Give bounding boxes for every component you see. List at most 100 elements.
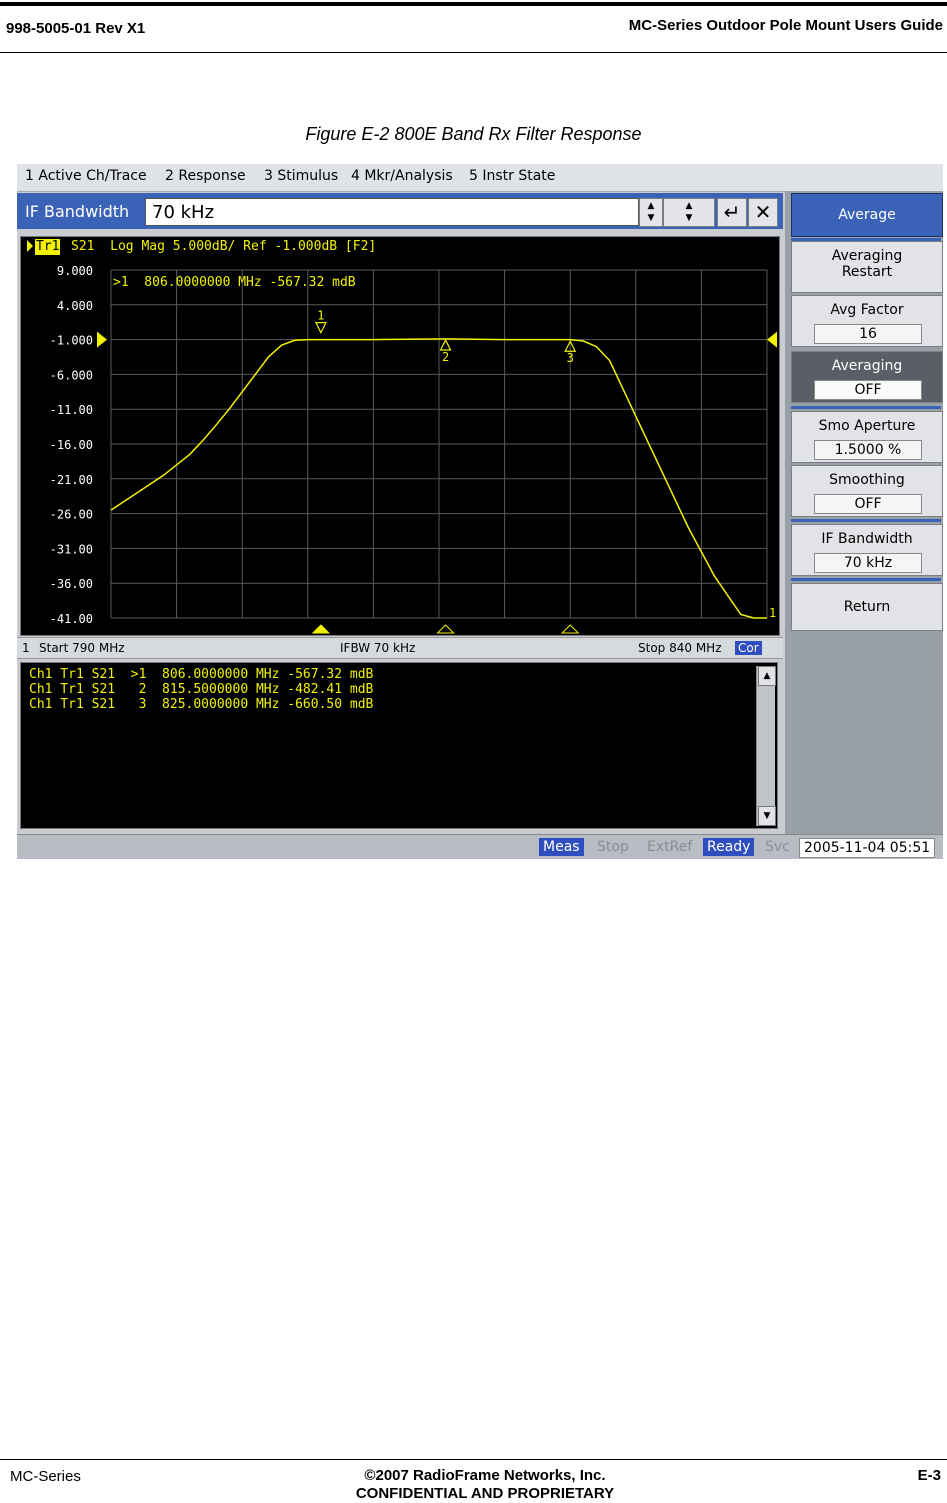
scroll-down-icon[interactable]: ▼: [758, 806, 776, 826]
smo-aperture-value: 1.5000 %: [814, 440, 922, 460]
marker-position-indicator-icon: [436, 624, 455, 634]
start-frequency[interactable]: Start 790 MHz: [39, 641, 125, 655]
marker-label: 3: [567, 351, 574, 365]
softkey-label: Return: [843, 599, 891, 615]
return-button[interactable]: Return: [791, 583, 943, 631]
active-marker-readout: >1 806.0000000 MHz -567.32 mdB: [113, 275, 356, 290]
marker-1-icon[interactable]: [314, 322, 327, 334]
y-tick-label: -11.00: [50, 403, 93, 417]
avg-factor-value: 16: [814, 324, 922, 344]
if-bandwidth-input[interactable]: 70 kHz: [145, 198, 639, 226]
y-tick-label: -36.00: [50, 577, 93, 591]
averaging-value: OFF: [814, 380, 922, 400]
smo-aperture-button[interactable]: Smo Aperture 1.5000 %: [791, 411, 943, 463]
softkey-separator: [791, 406, 941, 409]
down-arrow-icon: ▼: [647, 213, 655, 223]
y-tick-label: 9.000: [57, 264, 93, 278]
step-button[interactable]: ▲ ▼: [663, 198, 715, 227]
marker-table-scrollbar[interactable]: ▲ ▼: [756, 666, 776, 826]
copyright-line: ©2007 RadioFrame Networks, Inc.: [364, 1467, 606, 1484]
status-meas: Meas: [539, 838, 584, 856]
spin-up-down-button[interactable]: ▲ ▼: [639, 198, 663, 227]
softkey-label: Smo Aperture: [818, 418, 916, 434]
menu-bar: 1 Active Ch/Trace 2 Response 3 Stimulus …: [17, 164, 943, 192]
avg-factor-button[interactable]: Avg Factor 16: [791, 295, 943, 347]
softkey-label: Averaging: [831, 358, 903, 374]
marker-2-icon[interactable]: [439, 338, 452, 351]
smoothing-toggle[interactable]: Smoothing OFF: [791, 465, 943, 517]
softkey-label: Smoothing: [829, 472, 905, 488]
document-title: MC-Series Outdoor Pole Mount Users Guide: [628, 17, 943, 34]
menu-instr-state[interactable]: 5 Instr State: [469, 168, 555, 184]
channel-number: 1: [22, 641, 30, 655]
network-analyzer-window: 1 Active Ch/Trace 2 Response 3 Stimulus …: [17, 164, 943, 859]
status-svc: Svc: [765, 839, 790, 855]
averaging-toggle[interactable]: Averaging OFF: [791, 351, 943, 403]
scroll-up-icon[interactable]: ▲: [758, 666, 776, 686]
status-extref: ExtRef: [647, 839, 693, 855]
if-bandwidth-button[interactable]: IF Bandwidth 70 kHz: [791, 524, 943, 576]
marker-label: 2: [442, 350, 449, 364]
ref-level-right-arrow-icon[interactable]: [767, 331, 777, 348]
footer-copyright: ©2007 RadioFrame Networks, Inc. CONFIDEN…: [300, 1467, 670, 1503]
ref-level-left-arrow-icon[interactable]: [97, 331, 107, 348]
marker-table-row: Ch1 Tr1 S21 >1 806.0000000 MHz -567.32 m…: [29, 667, 374, 682]
softkey-label: Averaging: [831, 248, 903, 264]
close-icon: ✕: [754, 200, 772, 224]
marker-table-row: Ch1 Tr1 S21 2 815.5000000 MHz -482.41 md…: [29, 682, 374, 697]
softkey-separator: [791, 578, 941, 581]
correction-badge[interactable]: Cor: [735, 641, 762, 655]
footer-product: MC-Series: [10, 1468, 81, 1485]
softkey-separator: [791, 519, 941, 522]
trace-title: S21 Log Mag 5.000dB/ Ref -1.000dB [F2]: [71, 239, 377, 254]
entry-label: IF Bandwidth: [25, 202, 130, 221]
averaging-restart-button[interactable]: Averaging Restart: [791, 241, 943, 293]
softkey-label: Average: [838, 207, 896, 223]
marker-position-indicator-icon: [560, 624, 580, 634]
trace-plot: 9.000 4.000 -1.000 -6.000 -11.00 -16.00 -21.00…: [20, 236, 780, 636]
marker-table-panel: Ch1 Tr1 S21 >1 806.0000000 MHz -567.32 m…: [20, 662, 778, 829]
smoothing-value: OFF: [814, 494, 922, 514]
marker-table-row: Ch1 Tr1 S21 3 825.0000000 MHz -660.50 md…: [29, 697, 374, 712]
confidential-line: CONFIDENTIAL AND PROPRIETARY: [355, 1485, 615, 1502]
y-tick-label: 4.000: [57, 299, 93, 313]
marker-label: 1: [317, 309, 324, 323]
if-bandwidth-value: 70 kHz: [814, 553, 922, 573]
softkey-label: IF Bandwidth: [821, 531, 913, 547]
y-tick-label: -6.000: [50, 368, 93, 382]
y-tick-label: -26.00: [50, 508, 93, 522]
menu-stimulus[interactable]: 3 Stimulus: [264, 168, 338, 184]
status-datetime: 2005-11-04 05:51: [799, 838, 936, 858]
softkey-label: Restart: [841, 264, 893, 280]
status-ready: Ready: [703, 838, 755, 856]
trace-tag[interactable]: Tr1: [35, 239, 61, 255]
figure-caption: Figure E-2 800E Band Rx Filter Response: [305, 124, 642, 144]
softkey-label: Avg Factor: [830, 302, 904, 318]
y-tick-label: -16.00: [50, 438, 93, 452]
menu-response[interactable]: 2 Response: [165, 168, 246, 184]
enter-button[interactable]: ↵: [717, 198, 747, 227]
instrument-status-bar: Meas Stop ExtRef Ready Svc 2005-11-04 05…: [17, 834, 943, 859]
entry-bar: IF Bandwidth 70 kHz ▲ ▼ ▲ ▼ ↵ ✕: [17, 193, 783, 229]
header-rule: [0, 52, 947, 53]
status-stop: Stop: [597, 839, 629, 855]
active-trace-arrow-icon[interactable]: [27, 240, 33, 252]
marker-position-indicator-icon: [311, 624, 331, 634]
if-bandwidth-status[interactable]: IFBW 70 kHz: [340, 641, 415, 655]
document-number: 998-5005-01 Rev X1: [6, 20, 146, 37]
step-up-icon: ▲: [685, 201, 693, 211]
softkey-panel: Average Averaging Restart Avg Factor 16 …: [785, 191, 943, 834]
softkey-average-header[interactable]: Average: [791, 193, 943, 237]
menu-active-ch-trace[interactable]: 1 Active Ch/Trace: [25, 168, 147, 184]
channel-status-bar: 1 Start 790 MHz IFBW 70 kHz Stop 840 MHz…: [17, 637, 783, 659]
menu-mkr-analysis[interactable]: 4 Mkr/Analysis: [351, 168, 453, 184]
header-rule-thick: [0, 2, 947, 6]
y-tick-label: -21.00: [50, 473, 93, 487]
footer-rule: [0, 1459, 947, 1460]
y-tick-label: -41.00: [50, 612, 93, 626]
up-arrow-icon: ▲: [647, 201, 655, 211]
entry-value: 70 kHz: [152, 202, 215, 223]
stop-frequency[interactable]: Stop 840 MHz: [638, 641, 722, 655]
close-button[interactable]: ✕: [748, 198, 778, 227]
y-tick-label: -1.000: [50, 334, 93, 348]
